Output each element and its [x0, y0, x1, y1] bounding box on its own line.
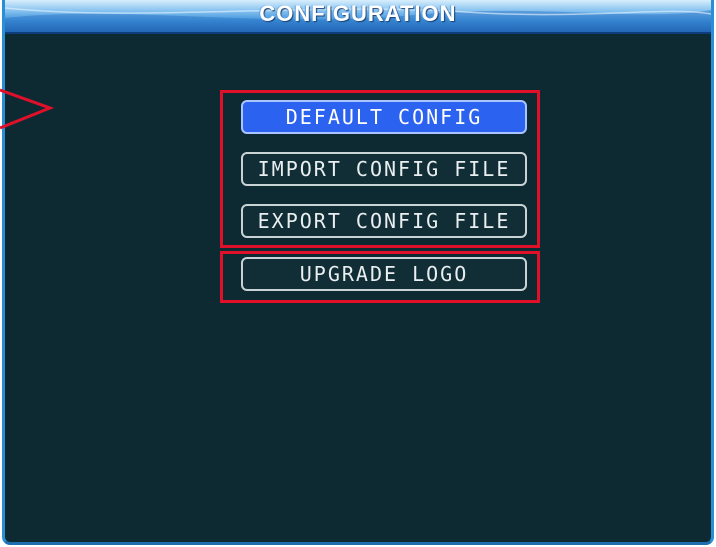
highlight-box-config-group [220, 90, 540, 248]
titlebar: CONFIGURATION [5, 0, 711, 34]
highlight-box-upgrade-logo [220, 251, 540, 303]
window-title: CONFIGURATION [259, 1, 457, 26]
arrow-pointer-icon [0, 88, 55, 130]
